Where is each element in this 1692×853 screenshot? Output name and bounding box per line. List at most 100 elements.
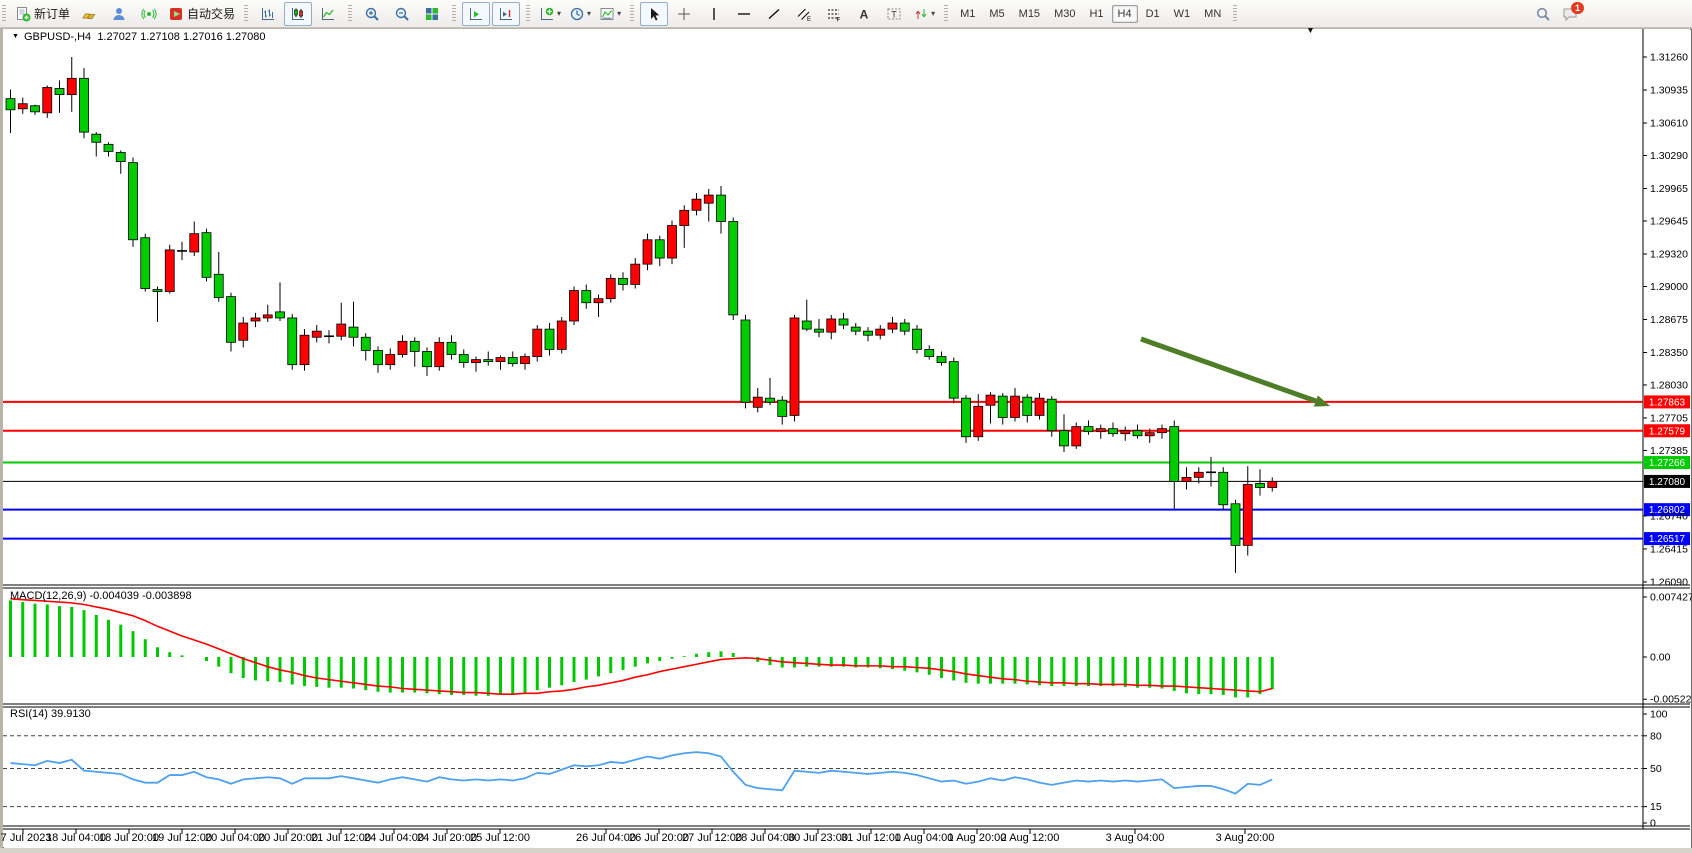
macd-indicator-label: MACD(12,26,9) -0.004039 -0.003898	[10, 590, 192, 602]
notification-badge: 1	[1571, 2, 1584, 14]
zoom-in-button[interactable]	[358, 2, 386, 26]
arrows-button[interactable]: ▾	[910, 2, 938, 26]
time-axis-label: 30 Jul 23:00	[788, 832, 848, 844]
text-label-button[interactable]: T	[880, 2, 908, 26]
time-axis-label: 2 Aug 12:00	[1001, 832, 1060, 844]
text-button[interactable]: A	[850, 2, 878, 26]
time-axis-label: 26 Jul 04:00	[576, 832, 636, 844]
fibonacci-button[interactable]: F	[820, 2, 848, 26]
timeframe-h1-button[interactable]: H1	[1083, 5, 1109, 23]
horizontal-line-icon	[736, 6, 752, 22]
auto-scroll-button[interactable]	[462, 2, 490, 26]
window-bottom-edge	[0, 848, 1692, 853]
main-chart-area[interactable]	[3, 31, 1643, 585]
main-toolbar: 新订单 自动交易 ▾ ▾ ▾ E FA T ▾ M1M5M15M30H1H4D1W1MN 1	[0, 0, 1692, 28]
periods-button-dropdown-icon[interactable]: ▾	[587, 9, 591, 18]
time-axis-label: 24 Jul 20:00	[417, 832, 477, 844]
mt4-window: { "toolbar": { "new_order_label": "新订单",…	[0, 0, 1692, 853]
chat-button[interactable]: 1	[1559, 2, 1594, 26]
timeframe-m1-button[interactable]: M1	[954, 5, 981, 23]
horizontal-line-button[interactable]	[730, 2, 758, 26]
time-axis-label: 27 Jul 12:00	[682, 832, 742, 844]
tile-windows-icon	[424, 6, 440, 22]
chart-shift-button[interactable]	[492, 2, 520, 26]
toolbar-grip	[2, 5, 6, 23]
timeframe-m30-button[interactable]: M30	[1048, 5, 1081, 23]
indicators-icon	[539, 6, 555, 22]
timeframe-d1-button[interactable]: D1	[1140, 5, 1166, 23]
time-axis-label: 21 Jul 12:00	[311, 832, 371, 844]
auto-trading-button[interactable]: 自动交易	[165, 2, 238, 26]
bar-chart-icon	[260, 6, 276, 22]
toolbar-grip	[630, 5, 634, 23]
time-axis-label: 19 Jul 12:00	[152, 832, 212, 844]
time-axis-label: 17 Jul 2023	[0, 832, 51, 844]
cursor-button[interactable]	[640, 2, 668, 26]
new-order-button[interactable]: 新订单	[12, 2, 73, 26]
svg-text:E: E	[807, 17, 811, 22]
time-axis-label: 3 Aug 04:00	[1106, 832, 1165, 844]
bar-chart-button[interactable]	[254, 2, 282, 26]
time-axis-label: 1 Aug 04:00	[895, 832, 954, 844]
rsi-panel[interactable]	[3, 708, 1643, 826]
time-axis-label: 3 Aug 20:00	[1216, 832, 1275, 844]
line-chart-button[interactable]	[314, 2, 342, 26]
time-axis-label: 25 Jul 12:00	[470, 832, 530, 844]
equidistant-channel-button[interactable]: E	[790, 2, 818, 26]
timeframe-w1-button[interactable]: W1	[1168, 5, 1197, 23]
channel-icon: E	[796, 6, 812, 22]
indicators-button-dropdown-icon[interactable]: ▾	[557, 9, 561, 18]
time-axis-label: 18 Jul 20:00	[99, 832, 159, 844]
zoom-out-button[interactable]	[388, 2, 416, 26]
time-axis-label: 28 Jul 04:00	[735, 832, 795, 844]
candle-chart-button[interactable]	[284, 2, 312, 26]
indicators-button[interactable]: ▾	[536, 2, 564, 26]
timeframe-h4-button[interactable]: H4	[1112, 5, 1138, 23]
timeframe-m5-button[interactable]: M5	[983, 5, 1010, 23]
search-button[interactable]	[1529, 2, 1557, 26]
vertical-line-icon	[706, 6, 722, 22]
timeframe-mn-button[interactable]: MN	[1198, 5, 1227, 23]
time-axis-label: 26 Jul 20:00	[629, 832, 689, 844]
crosshair-button[interactable]	[670, 2, 698, 26]
arrows-icon	[913, 6, 929, 22]
text-label-icon: T	[886, 6, 902, 22]
tile-windows-button[interactable]	[418, 2, 446, 26]
gold-icon	[81, 6, 97, 22]
svg-text:A: A	[860, 7, 869, 21]
gold-button[interactable]	[75, 2, 103, 26]
time-axis-label: 20 Jul 20:00	[258, 832, 318, 844]
chart-collapse-icon[interactable]: ▼	[12, 33, 19, 40]
chart-ohlc-values: 1.27027 1.27108 1.27016 1.27080	[97, 31, 265, 43]
time-axis-label: 31 Jul 12:00	[841, 832, 901, 844]
vertical-line-button[interactable]	[700, 2, 728, 26]
new-order-icon	[15, 6, 31, 22]
arrows-button-dropdown-icon[interactable]: ▾	[931, 9, 935, 18]
cursor-icon	[646, 6, 662, 22]
templates-icon	[599, 6, 615, 22]
toolbar-grip	[348, 5, 352, 23]
signals-button[interactable]	[135, 2, 163, 26]
price-scale[interactable]	[1644, 29, 1691, 826]
search-icon	[1535, 6, 1551, 22]
svg-text:T: T	[891, 9, 897, 19]
community-icon	[111, 6, 127, 22]
trendline-button[interactable]	[760, 2, 788, 26]
toolbar-grip	[944, 5, 948, 23]
community-button[interactable]	[105, 2, 133, 26]
signal-icon	[141, 6, 157, 22]
timeframe-m15-button[interactable]: M15	[1013, 5, 1046, 23]
periods-icon	[569, 6, 585, 22]
toolbar-grip	[244, 5, 248, 23]
time-axis-label: 20 Jul 04:00	[205, 832, 265, 844]
macd-panel[interactable]	[3, 589, 1643, 704]
chart-shift-icon	[498, 6, 514, 22]
templates-button-dropdown-icon[interactable]: ▾	[617, 9, 621, 18]
auto-trading-button-label: 自动交易	[187, 5, 235, 22]
rsi-indicator-label: RSI(14) 39.9130	[10, 708, 91, 720]
toolbar-grip	[452, 5, 456, 23]
zoom-in-icon	[364, 6, 380, 22]
templates-button[interactable]: ▾	[596, 2, 624, 26]
periods-button[interactable]: ▾	[566, 2, 594, 26]
line-chart-icon	[320, 6, 336, 22]
